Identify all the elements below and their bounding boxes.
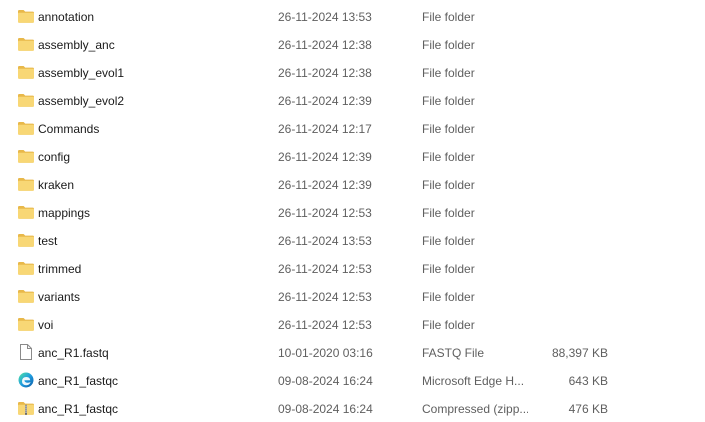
file-row-13[interactable]: anc_R1_fastqc 09-08-2024 16:24 Microsoft…: [0, 366, 705, 394]
folder-icon: [17, 64, 35, 80]
file-date-modified: 26-11-2024 12:38: [278, 38, 372, 52]
file-date-modified: 26-11-2024 12:38: [278, 66, 372, 80]
file-date-modified: 26-11-2024 12:53: [278, 206, 372, 220]
file-row-6[interactable]: kraken 26-11-2024 12:39 File folder: [0, 170, 705, 198]
file-row-10[interactable]: variants 26-11-2024 12:53 File folder: [0, 282, 705, 310]
file-type: Compressed (zipp...: [422, 402, 528, 416]
file-type: File folder: [422, 10, 475, 24]
file-name: assembly_evol2: [38, 94, 125, 108]
file-size: 88,397 KB: [551, 346, 608, 360]
file-name: anc_R1.fastq: [38, 346, 109, 360]
file-type: File folder: [422, 150, 475, 164]
folder-icon: [17, 36, 35, 52]
file-row-8[interactable]: test 26-11-2024 13:53 File folder: [0, 226, 705, 254]
file-name: anc_R1_fastqc: [38, 374, 119, 388]
file-row-5[interactable]: config 26-11-2024 12:39 File folder: [0, 142, 705, 170]
file-row-2[interactable]: assembly_evol1 26-11-2024 12:38 File fol…: [0, 58, 705, 86]
file-row-1[interactable]: assembly_anc 26-11-2024 12:38 File folde…: [0, 30, 705, 58]
file-name: mappings: [38, 206, 91, 220]
file-row-0[interactable]: annotation 26-11-2024 13:53 File folder: [0, 2, 705, 30]
file-type: File folder: [422, 318, 475, 332]
file-type: File folder: [422, 122, 475, 136]
file-date-modified: 26-11-2024 12:53: [278, 318, 372, 332]
file-type: File folder: [422, 290, 475, 304]
file-name: voi: [38, 318, 54, 332]
file-date-modified: 09-08-2024 16:24: [278, 374, 373, 388]
file-name: assembly_anc: [38, 38, 115, 52]
zip-folder-icon: [17, 400, 35, 416]
file-row-4[interactable]: Commands 26-11-2024 12:17 File folder: [0, 114, 705, 142]
file-date-modified: 26-11-2024 12:53: [278, 262, 372, 276]
folder-icon: [17, 316, 35, 332]
file-row-14[interactable]: anc_R1_fastqc 09-08-2024 16:24 Compresse…: [0, 394, 705, 422]
file-type: File folder: [422, 206, 475, 220]
file-name: anc_R1_fastqc: [38, 402, 119, 416]
folder-icon: [17, 148, 35, 164]
file-size: 643 KB: [568, 374, 608, 388]
file-name: Commands: [38, 122, 100, 136]
file-name: variants: [38, 290, 81, 304]
file-type: File folder: [422, 38, 475, 52]
file-type: File folder: [422, 94, 475, 108]
file-type: File folder: [422, 178, 475, 192]
file-date-modified: 26-11-2024 12:17: [278, 122, 372, 136]
document-file-icon: [17, 344, 35, 360]
file-name: assembly_evol1: [38, 66, 125, 80]
file-date-modified: 26-11-2024 12:53: [278, 290, 372, 304]
file-name: annotation: [38, 10, 95, 24]
file-row-11[interactable]: voi 26-11-2024 12:53 File folder: [0, 310, 705, 338]
file-type: Microsoft Edge H...: [422, 374, 525, 388]
folder-icon: [17, 8, 35, 24]
folder-icon: [17, 232, 35, 248]
file-date-modified: 26-11-2024 13:53: [278, 10, 372, 24]
file-row-9[interactable]: trimmed 26-11-2024 12:53 File folder: [0, 254, 705, 282]
file-type: File folder: [422, 66, 475, 80]
file-name: config: [38, 150, 71, 164]
file-list: annotation 26-11-2024 13:53 File folder …: [0, 2, 705, 422]
folder-icon: [17, 120, 35, 136]
file-date-modified: 26-11-2024 12:39: [278, 150, 372, 164]
file-date-modified: 26-11-2024 12:39: [278, 178, 372, 192]
file-name: trimmed: [38, 262, 82, 276]
file-date-modified: 26-11-2024 13:53: [278, 234, 372, 248]
file-type: FASTQ File: [422, 346, 485, 360]
file-name: test: [38, 234, 58, 248]
folder-icon: [17, 288, 35, 304]
file-size: 476 KB: [568, 402, 608, 416]
folder-icon: [17, 92, 35, 108]
file-date-modified: 10-01-2020 03:16: [278, 346, 373, 360]
file-row-3[interactable]: assembly_evol2 26-11-2024 12:39 File fol…: [0, 86, 705, 114]
folder-icon: [17, 204, 35, 220]
file-type: File folder: [422, 234, 475, 248]
file-row-12[interactable]: anc_R1.fastq 10-01-2020 03:16 FASTQ File…: [0, 338, 705, 366]
file-row-7[interactable]: mappings 26-11-2024 12:53 File folder: [0, 198, 705, 226]
file-name: kraken: [38, 178, 75, 192]
folder-icon: [17, 176, 35, 192]
file-date-modified: 09-08-2024 16:24: [278, 402, 373, 416]
edge-browser-icon: [17, 372, 35, 388]
file-date-modified: 26-11-2024 12:39: [278, 94, 372, 108]
folder-icon: [17, 260, 35, 276]
file-type: File folder: [422, 262, 475, 276]
